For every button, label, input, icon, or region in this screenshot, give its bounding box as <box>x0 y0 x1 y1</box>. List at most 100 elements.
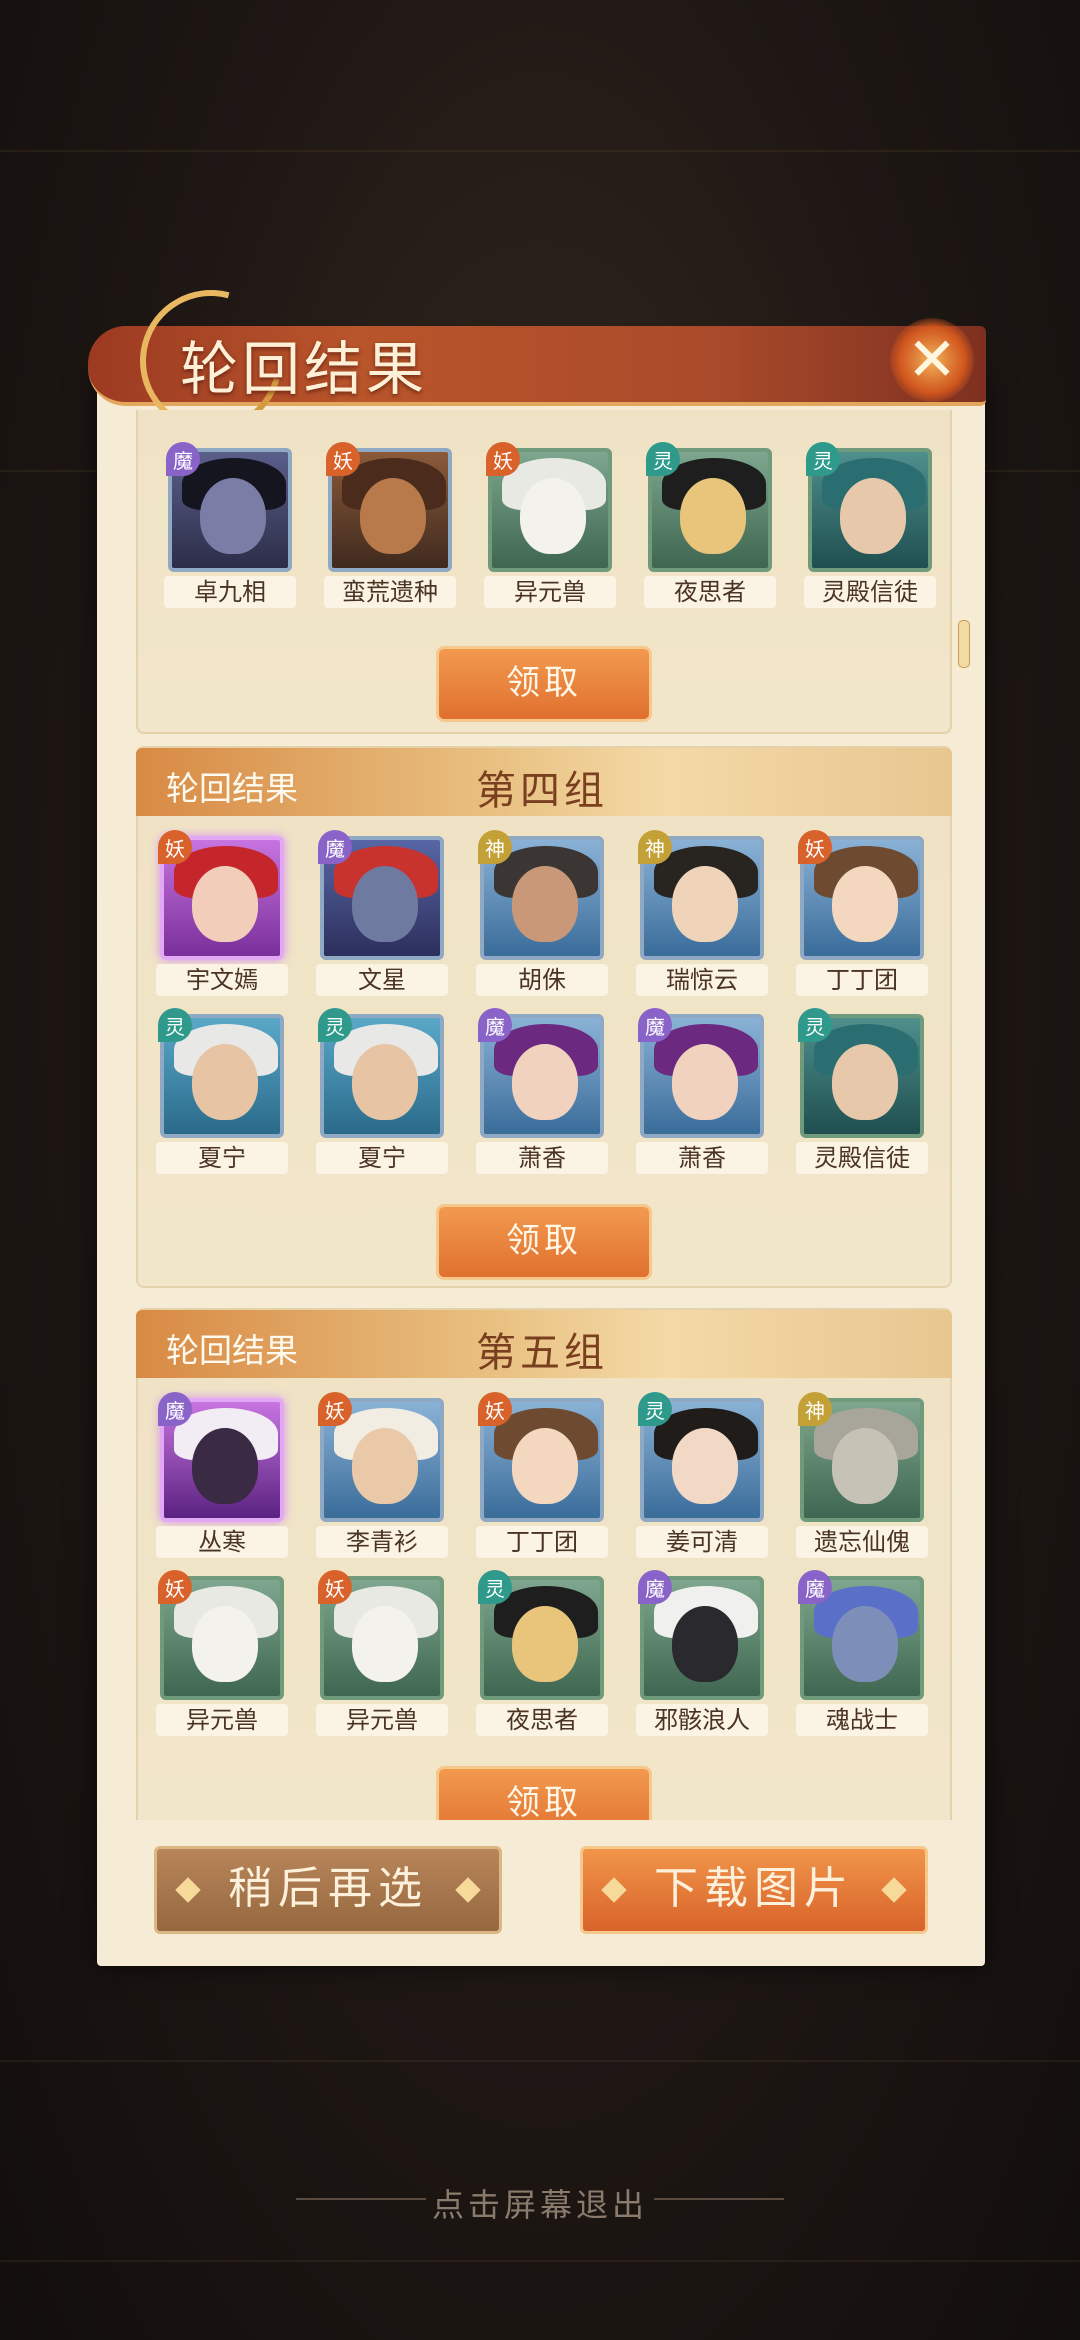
close-icon: ✕ <box>906 325 958 395</box>
hero-card[interactable]: 魔 魂战士 <box>796 1570 928 1736</box>
hero-name: 夏宁 <box>316 1142 448 1174</box>
background-wave <box>0 2260 1080 2262</box>
faction-badge-icon: 神 <box>638 830 672 864</box>
faction-badge-icon: 神 <box>798 1392 832 1426</box>
results-scroll-area[interactable]: 魔 卓九相 妖 蛮荒遗种 妖 异元兽 灵 夜思者 灵 灵殿信徒 领取 轮回结果 … <box>128 410 958 1820</box>
hero-name: 丁丁团 <box>476 1526 608 1558</box>
hero-name: 李青衫 <box>316 1526 448 1558</box>
claim-button[interactable]: 领取 <box>436 1766 652 1820</box>
download-image-button[interactable]: 下载图片 <box>580 1846 928 1934</box>
choose-later-button[interactable]: 稍后再选 <box>154 1846 502 1934</box>
hero-name: 姜可清 <box>636 1526 768 1558</box>
hero-name: 丁丁团 <box>796 964 928 996</box>
hero-name: 遗忘仙傀 <box>796 1526 928 1558</box>
hero-name: 蛮荒遗种 <box>324 576 456 608</box>
faction-badge-icon: 妖 <box>158 830 192 864</box>
faction-badge-icon: 妖 <box>318 1570 352 1604</box>
background-wave <box>0 2060 1080 2062</box>
hero-card[interactable]: 神 遗忘仙傀 <box>796 1392 928 1558</box>
faction-badge-icon: 灵 <box>318 1008 352 1042</box>
faction-badge-icon: 妖 <box>318 1392 352 1426</box>
hero-name: 夜思者 <box>476 1704 608 1736</box>
hero-card[interactable]: 妖 丁丁团 <box>796 830 928 996</box>
faction-badge-icon: 灵 <box>798 1008 832 1042</box>
hero-card[interactable]: 灵 姜可清 <box>636 1392 768 1558</box>
page-title: 轮回结果 <box>180 335 429 403</box>
faction-badge-icon: 灵 <box>646 442 680 476</box>
claim-button[interactable]: 领取 <box>436 1204 652 1280</box>
diamond-icon <box>601 1877 627 1903</box>
scrollbar-thumb[interactable] <box>958 620 970 668</box>
claim-button[interactable]: 领取 <box>436 646 652 722</box>
faction-badge-icon: 魔 <box>478 1008 512 1042</box>
hero-card[interactable]: 魔 丛寒 <box>156 1392 288 1558</box>
hero-name: 瑞惊云 <box>636 964 768 996</box>
faction-badge-icon: 妖 <box>486 442 520 476</box>
faction-badge-icon: 妖 <box>326 442 360 476</box>
hero-name: 萧香 <box>476 1142 608 1174</box>
hero-card[interactable]: 魔 卓九相 <box>164 442 296 608</box>
hero-name: 夜思者 <box>644 576 776 608</box>
hero-card[interactable]: 灵 灵殿信徒 <box>804 442 936 608</box>
hero-name: 灵殿信徒 <box>796 1142 928 1174</box>
group-label: 轮回结果 <box>166 1331 298 1370</box>
faction-badge-icon: 魔 <box>158 1392 192 1426</box>
faction-badge-icon: 魔 <box>166 442 200 476</box>
hero-card[interactable]: 魔 萧香 <box>476 1008 608 1174</box>
hero-card[interactable]: 妖 李青衫 <box>316 1392 448 1558</box>
hero-name: 文星 <box>316 964 448 996</box>
diamond-icon <box>455 1877 481 1903</box>
choose-later-label: 稍后再选 <box>228 1863 428 1914</box>
download-image-label: 下载图片 <box>654 1863 854 1914</box>
result-group: 轮回结果 第四组 妖 宇文嫣 魔 文星 神 胡侏 神 瑞惊云 妖 丁丁团 灵 夏… <box>136 746 952 1288</box>
hero-card[interactable]: 灵 灵殿信徒 <box>796 1008 928 1174</box>
hero-name: 夏宁 <box>156 1142 288 1174</box>
hero-card[interactable]: 妖 异元兽 <box>484 442 616 608</box>
hero-card[interactable]: 魔 萧香 <box>636 1008 768 1174</box>
group-header: 轮回结果 第四组 <box>136 748 952 816</box>
hero-name: 灵殿信徒 <box>804 576 936 608</box>
faction-badge-icon: 妖 <box>158 1570 192 1604</box>
group-label: 轮回结果 <box>166 769 298 808</box>
hero-card[interactable]: 灵 夏宁 <box>316 1008 448 1174</box>
faction-badge-icon: 灵 <box>478 1570 512 1604</box>
hero-card[interactable]: 神 瑞惊云 <box>636 830 768 996</box>
hero-name: 异元兽 <box>156 1704 288 1736</box>
group-name: 第四组 <box>476 768 608 814</box>
result-group: 魔 卓九相 妖 蛮荒遗种 妖 异元兽 灵 夜思者 灵 灵殿信徒 领取 <box>136 410 952 734</box>
hero-card[interactable]: 妖 蛮荒遗种 <box>324 442 456 608</box>
hero-name: 异元兽 <box>316 1704 448 1736</box>
hero-card[interactable]: 灵 夜思者 <box>476 1570 608 1736</box>
faction-badge-icon: 魔 <box>798 1570 832 1604</box>
faction-badge-icon: 妖 <box>478 1392 512 1426</box>
hero-name: 宇文嫣 <box>156 964 288 996</box>
faction-badge-icon: 魔 <box>318 830 352 864</box>
faction-badge-icon: 灵 <box>638 1392 672 1426</box>
faction-badge-icon: 魔 <box>638 1570 672 1604</box>
hero-name: 魂战士 <box>796 1704 928 1736</box>
faction-badge-icon: 灵 <box>158 1008 192 1042</box>
hero-name: 异元兽 <box>484 576 616 608</box>
close-button[interactable]: ✕ <box>890 318 974 402</box>
hero-card[interactable]: 妖 异元兽 <box>316 1570 448 1736</box>
hero-card[interactable]: 妖 丁丁团 <box>476 1392 608 1558</box>
background-wave <box>0 150 1080 152</box>
diamond-icon <box>175 1877 201 1903</box>
faction-badge-icon: 魔 <box>638 1008 672 1042</box>
hero-card[interactable]: 魔 文星 <box>316 830 448 996</box>
hero-card[interactable]: 神 胡侏 <box>476 830 608 996</box>
hero-name: 丛寒 <box>156 1526 288 1558</box>
hero-name: 胡侏 <box>476 964 608 996</box>
hero-card[interactable]: 灵 夏宁 <box>156 1008 288 1174</box>
faction-badge-icon: 妖 <box>798 830 832 864</box>
result-group: 轮回结果 第五组 魔 丛寒 妖 李青衫 妖 丁丁团 灵 姜可清 神 遗忘仙傀 妖… <box>136 1308 952 1820</box>
diamond-icon <box>881 1877 907 1903</box>
faction-badge-icon: 神 <box>478 830 512 864</box>
hero-card[interactable]: 灵 夜思者 <box>644 442 776 608</box>
exit-hint[interactable]: 点击屏幕退出 <box>0 2180 1080 2226</box>
hero-card[interactable]: 魔 邪骸浪人 <box>636 1570 768 1736</box>
hero-card[interactable]: 妖 宇文嫣 <box>156 830 288 996</box>
hero-name: 萧香 <box>636 1142 768 1174</box>
hero-name: 邪骸浪人 <box>636 1704 768 1736</box>
hero-card[interactable]: 妖 异元兽 <box>156 1570 288 1736</box>
